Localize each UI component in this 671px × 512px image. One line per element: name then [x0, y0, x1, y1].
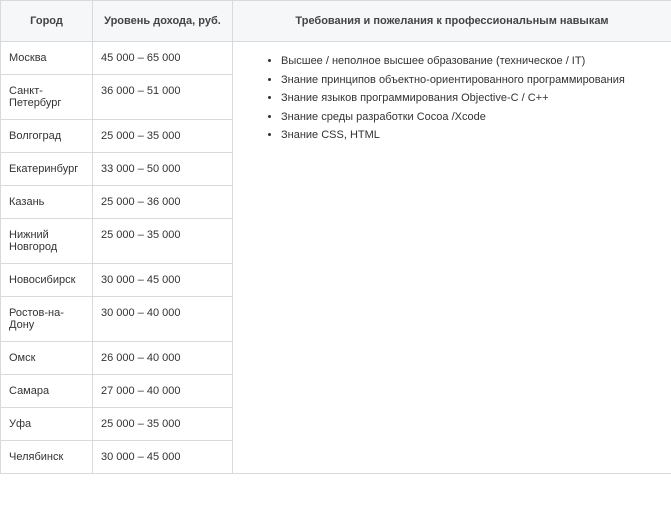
cell-city: Омск	[1, 342, 93, 375]
cell-income: 33 000 – 50 000	[93, 153, 233, 186]
cell-income: 36 000 – 51 000	[93, 75, 233, 120]
cell-city: Ростов-на-Дону	[1, 297, 93, 342]
cell-city: Волгоград	[1, 120, 93, 153]
requirement-item: Знание языков программирования Objective…	[281, 89, 663, 108]
cell-income: 27 000 – 40 000	[93, 375, 233, 408]
header-city: Город	[1, 1, 93, 42]
cell-requirements: Высшее / неполное высшее образование (те…	[233, 42, 671, 474]
salary-table: Город Уровень дохода, руб. Требования и …	[0, 0, 671, 474]
cell-city: Нижний Новгород	[1, 219, 93, 264]
header-row: Город Уровень дохода, руб. Требования и …	[1, 1, 671, 42]
requirement-item: Знание среды разработки Cocoa /Xcode	[281, 108, 663, 127]
cell-income: 30 000 – 45 000	[93, 264, 233, 297]
requirement-item: Знание принципов объектно-ориентированно…	[281, 71, 663, 90]
cell-income: 26 000 – 40 000	[93, 342, 233, 375]
cell-income: 30 000 – 45 000	[93, 441, 233, 474]
cell-income: 25 000 – 35 000	[93, 219, 233, 264]
cell-city: Казань	[1, 186, 93, 219]
cell-income: 45 000 – 65 000	[93, 42, 233, 75]
requirement-item: Высшее / неполное высшее образование (те…	[281, 52, 663, 71]
cell-income: 25 000 – 35 000	[93, 120, 233, 153]
cell-city: Екатеринбург	[1, 153, 93, 186]
cell-income: 30 000 – 40 000	[93, 297, 233, 342]
header-requirements: Требования и пожелания к профессиональны…	[233, 1, 671, 42]
requirement-item: Знание CSS, HTML	[281, 126, 663, 145]
header-income: Уровень дохода, руб.	[93, 1, 233, 42]
requirements-list: Высшее / неполное высшее образование (те…	[241, 52, 663, 145]
cell-income: 25 000 – 36 000	[93, 186, 233, 219]
cell-city: Москва	[1, 42, 93, 75]
cell-city: Самара	[1, 375, 93, 408]
table-row: Москва45 000 – 65 000 Высшее / неполное в…	[1, 42, 671, 75]
cell-city: Уфа	[1, 408, 93, 441]
cell-income: 25 000 – 35 000	[93, 408, 233, 441]
cell-city: Санкт-Петербург	[1, 75, 93, 120]
cell-city: Челябинск	[1, 441, 93, 474]
cell-city: Новосибирск	[1, 264, 93, 297]
